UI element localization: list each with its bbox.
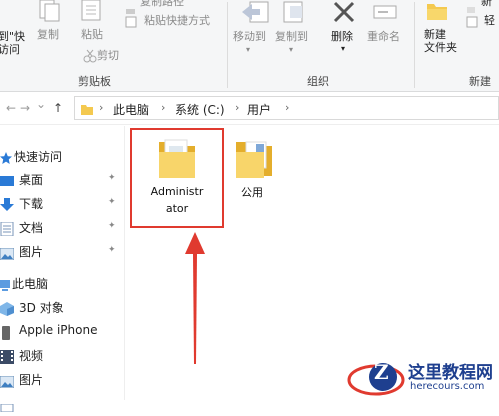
copy-path-button[interactable]: 复制路径: [140, 0, 184, 8]
easy-access-icon[interactable]: [466, 13, 478, 32]
nav-desktop-label: 桌面: [19, 173, 44, 187]
picture-icon: [0, 373, 15, 392]
move-to-icon[interactable]: [240, 0, 270, 28]
nav-apple-iphone[interactable]: Apple iPhone: [0, 320, 124, 342]
move-to-button[interactable]: 移动到: [233, 30, 266, 43]
new-group-label: 新建: [469, 75, 491, 88]
watermark-title: 这里教程网: [408, 363, 493, 383]
nav-documents-label: 文档: [19, 221, 44, 235]
up-button[interactable]: ↑: [53, 101, 63, 115]
ribbon-separator: [414, 2, 415, 88]
copy-to-button[interactable]: 复制到: [275, 30, 308, 43]
paste-shortcut-icon[interactable]: [125, 13, 137, 32]
watermark-url: herecours.com: [410, 381, 485, 392]
pin-icon[interactable]: ✦: [108, 173, 116, 183]
nav-pictures-pc[interactable]: 图片: [0, 368, 124, 390]
pin-icon[interactable]: ✦: [108, 197, 116, 207]
new-folder-label-line1: 新建: [424, 28, 446, 41]
copy-to-icon[interactable]: [282, 0, 308, 28]
nav-quick-access-label: 快速访问: [14, 150, 63, 164]
annotation-arrow-icon: [180, 232, 210, 370]
new-folder-button[interactable]: 新建 文件夹: [424, 28, 457, 54]
delete-dropdown-icon[interactable]: ▾: [341, 42, 345, 55]
cut-button[interactable]: 剪切: [97, 49, 119, 62]
highlight-box: [130, 128, 224, 228]
nav-downloads-label: 下载: [19, 197, 44, 211]
nav-quick-access[interactable]: 快速访问: [0, 145, 124, 167]
delete-x-icon[interactable]: [332, 0, 356, 28]
breadcrumb-system-c[interactable]: 系统 (C:): [175, 101, 225, 118]
navigation-pane: 快速访问 桌面 ✦ 下载 ✦ 文档 ✦ 图片 ✦ 此电脑 3D 对象 Apple…: [0, 126, 125, 413]
recent-locations-dropdown[interactable]: ⌄: [36, 97, 46, 111]
scissors-icon[interactable]: [83, 48, 97, 67]
paste-icon[interactable]: [80, 0, 104, 26]
copy-icon[interactable]: [36, 0, 62, 26]
nav-videos[interactable]: 视频: [0, 344, 124, 366]
pin-to-quick-access-line1: 到"快: [0, 30, 26, 43]
new-folder-icon[interactable]: [426, 0, 448, 26]
rename-button[interactable]: 重命名: [367, 30, 400, 43]
nav-documents-pc[interactable]: [0, 392, 124, 413]
star-icon: [0, 149, 12, 168]
clipboard-group-label: 剪贴板: [78, 75, 111, 88]
nav-downloads[interactable]: 下载 ✦: [0, 192, 124, 214]
forward-button[interactable]: →: [20, 101, 30, 115]
easy-access-button[interactable]: 轻: [484, 14, 495, 27]
computer-icon: [0, 277, 10, 296]
breadcrumb-separator[interactable]: ›: [99, 101, 103, 114]
pin-to-quick-access-line2: 访问: [0, 43, 20, 56]
watermark-logo-letter: Z: [374, 360, 389, 384]
paste-shortcut-button[interactable]: 粘贴快捷方式: [144, 14, 210, 27]
pin-icon[interactable]: ✦: [108, 221, 116, 231]
move-to-dropdown-icon[interactable]: ▾: [246, 43, 250, 56]
nav-this-pc[interactable]: 此电脑: [0, 272, 124, 294]
picture-icon: [0, 245, 15, 264]
back-button[interactable]: ←: [6, 101, 16, 115]
nav-this-pc-label: 此电脑: [12, 277, 49, 291]
organize-group-label: 组织: [307, 75, 329, 88]
nav-3d-objects[interactable]: 3D 对象: [0, 296, 124, 318]
ribbon-separator: [227, 2, 228, 88]
copy-to-dropdown-icon[interactable]: ▾: [289, 43, 293, 56]
copy-button[interactable]: 复制: [37, 28, 59, 41]
breadcrumb-this-pc[interactable]: 此电脑: [113, 101, 149, 118]
document-icon: [0, 221, 14, 240]
nav-apple-iphone-label: Apple iPhone: [19, 323, 98, 337]
ribbon: 到"快 访问 复制 粘贴 复制路径 粘贴快捷方式 剪切 剪贴板 移动到 ▾ 复制…: [0, 0, 499, 92]
folder-icon[interactable]: [234, 136, 276, 184]
download-arrow-icon: [0, 197, 14, 216]
breadcrumb-separator[interactable]: ›: [235, 101, 239, 114]
paste-button[interactable]: 粘贴: [81, 28, 103, 41]
nav-pictures-label: 图片: [19, 245, 44, 259]
breadcrumb-separator[interactable]: ›: [161, 101, 165, 114]
nav-documents[interactable]: 文档 ✦: [0, 216, 124, 238]
nav-pictures[interactable]: 图片 ✦: [0, 240, 124, 262]
cube-icon: [0, 301, 14, 320]
breadcrumb-separator[interactable]: ›: [285, 101, 289, 114]
folder-icon: [80, 101, 94, 120]
folder-name-public[interactable]: 公用: [234, 184, 270, 201]
nav-videos-label: 视频: [19, 349, 44, 363]
rename-icon[interactable]: [372, 0, 400, 28]
nav-pictures-pc-label: 图片: [19, 373, 44, 387]
nav-3d-objects-label: 3D 对象: [19, 301, 64, 315]
pin-icon[interactable]: ✦: [108, 245, 116, 255]
address-bar[interactable]: › 此电脑 › 系统 (C:) › 用户 ›: [74, 96, 499, 120]
nav-desktop[interactable]: 桌面 ✦: [0, 168, 124, 190]
phone-icon: [0, 325, 12, 344]
film-icon: [0, 349, 14, 368]
watermark-logo: Z: [346, 354, 406, 404]
cut-to-quick-access-label[interactable]: 到"快 访问: [0, 30, 25, 56]
new-folder-label-line2: 文件夹: [424, 41, 457, 54]
new-item-button[interactable]: 新: [481, 0, 492, 8]
breadcrumb-users[interactable]: 用户: [247, 101, 271, 118]
desktop-icon: [0, 173, 14, 192]
